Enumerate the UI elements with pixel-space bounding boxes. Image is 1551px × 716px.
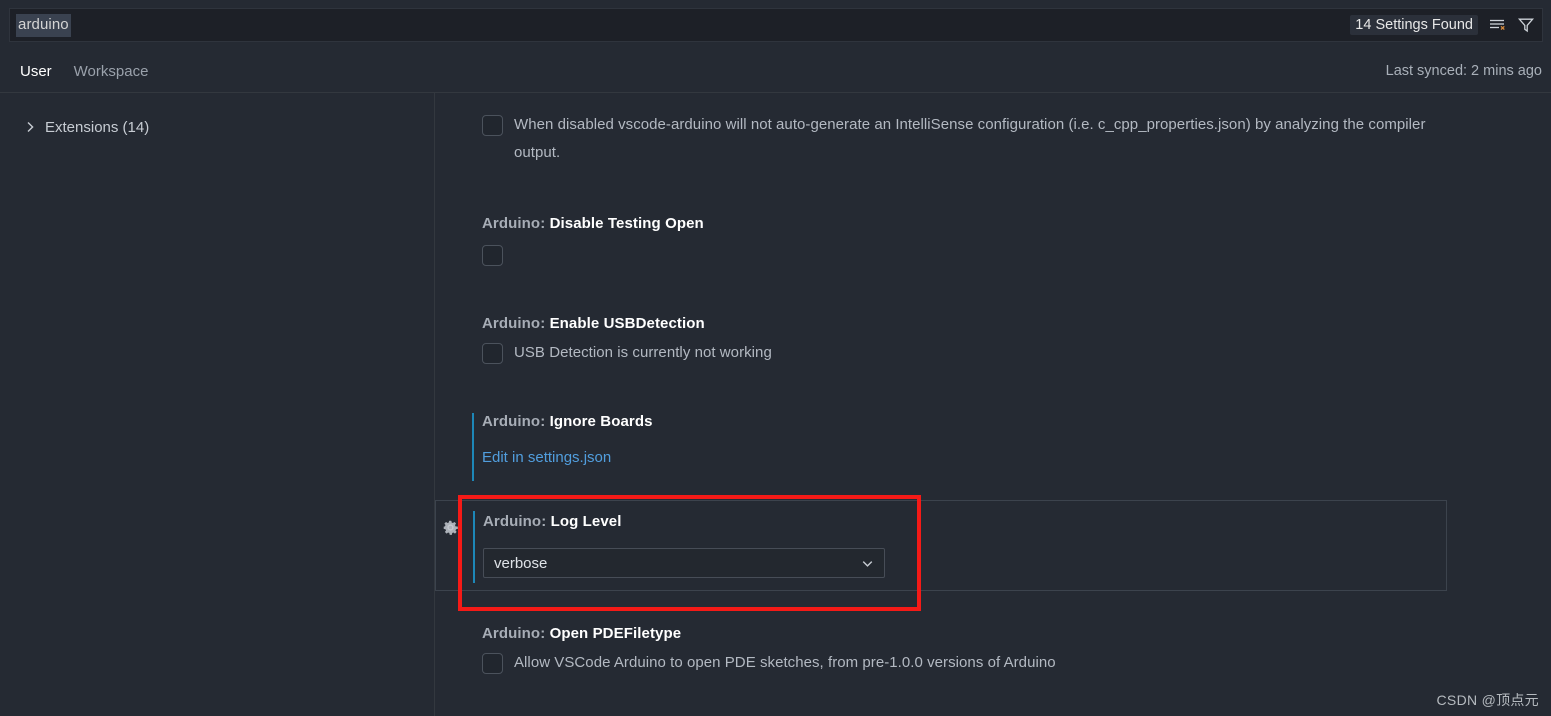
toc-item-label: Extensions (14) xyxy=(45,118,150,136)
setting-title: Arduino: Enable USBDetection xyxy=(482,315,1448,332)
setting-name: Disable Testing Open xyxy=(549,215,704,232)
settings-toc: Extensions (14) xyxy=(0,93,434,716)
log-level-value: verbose xyxy=(494,554,548,572)
toc-item-extensions[interactable]: Extensions (14) xyxy=(0,113,434,141)
setting-title: Arduino: Log Level xyxy=(483,513,1446,530)
setting-category: Arduino: xyxy=(482,315,550,332)
setting-name: Ignore Boards xyxy=(549,413,653,430)
settings-tabs: User Workspace xyxy=(9,50,159,93)
setting-name: Log Level xyxy=(550,513,622,530)
clear-filter-icon[interactable] xyxy=(1487,15,1507,35)
setting-row: When disabled vscode-arduino will not au… xyxy=(435,111,1448,167)
setting-description-row: USB Detection is currently not working xyxy=(482,339,1448,367)
settings-tab-row: User Workspace Last synced: 2 mins ago xyxy=(0,50,1551,93)
gear-icon[interactable] xyxy=(442,519,459,536)
setting-row: Arduino: Ignore Boards Edit in settings.… xyxy=(435,413,1448,481)
sync-status-label: Last synced: 2 mins ago xyxy=(1385,63,1542,79)
setting-description-row: Allow VSCode Arduino to open PDE sketche… xyxy=(482,649,1448,677)
setting-title: Arduino: Ignore Boards xyxy=(482,413,1448,430)
modified-indicator xyxy=(472,413,474,481)
setting-description-row xyxy=(482,241,1448,266)
setting-checkbox[interactable] xyxy=(482,343,503,364)
setting-checkbox[interactable] xyxy=(482,245,503,266)
settings-list: When disabled vscode-arduino will not au… xyxy=(435,93,1551,716)
chevron-right-icon xyxy=(22,119,38,135)
watermark-label: CSDN @顶点元 xyxy=(1436,692,1539,708)
setting-description-row: When disabled vscode-arduino will not au… xyxy=(482,111,1448,167)
setting-row: Arduino: Disable Testing Open xyxy=(435,215,1448,266)
settings-editor: arduino 14 Settings Found User Workspace… xyxy=(0,0,1551,716)
setting-name: Open PDEFiletype xyxy=(549,625,682,642)
edit-in-settings-json-link[interactable]: Edit in settings.json xyxy=(482,449,611,466)
search-input-value[interactable]: arduino xyxy=(16,13,71,37)
settings-body: Extensions (14) When disabled vscode-ard… xyxy=(0,93,1551,716)
setting-title: Arduino: Disable Testing Open xyxy=(482,215,1448,232)
setting-row: Arduino: Open PDEFiletype Allow VSCode A… xyxy=(435,625,1448,677)
setting-category: Arduino: xyxy=(482,625,550,642)
settings-search-row: arduino 14 Settings Found xyxy=(0,0,1551,50)
setting-checkbox[interactable] xyxy=(482,653,503,674)
setting-checkbox[interactable] xyxy=(482,115,503,136)
setting-row: Arduino: Enable USBDetection USB Detecti… xyxy=(435,315,1448,367)
setting-description: When disabled vscode-arduino will not au… xyxy=(514,116,1426,161)
setting-name: Enable USBDetection xyxy=(549,315,705,332)
setting-description: Allow VSCode Arduino to open PDE sketche… xyxy=(514,654,1056,671)
tab-workspace[interactable]: Workspace xyxy=(63,50,160,93)
search-tools: 14 Settings Found xyxy=(1342,8,1543,42)
log-level-dropdown[interactable]: verbose xyxy=(483,548,885,578)
setting-category: Arduino: xyxy=(482,215,550,232)
tab-user[interactable]: User xyxy=(9,50,63,93)
filter-funnel-icon[interactable] xyxy=(1516,15,1536,35)
setting-title: Arduino: Open PDEFiletype xyxy=(482,625,1448,642)
setting-row-log-level[interactable]: Arduino: Log Level verbose xyxy=(435,500,1447,591)
setting-category: Arduino: xyxy=(482,413,550,430)
setting-description: USB Detection is currently not working xyxy=(514,344,772,361)
modified-indicator xyxy=(473,511,475,583)
setting-category: Arduino: xyxy=(483,513,551,530)
settings-search-box[interactable]: arduino xyxy=(9,8,1442,42)
chevron-down-icon xyxy=(859,555,875,571)
settings-found-count: 14 Settings Found xyxy=(1350,15,1478,35)
